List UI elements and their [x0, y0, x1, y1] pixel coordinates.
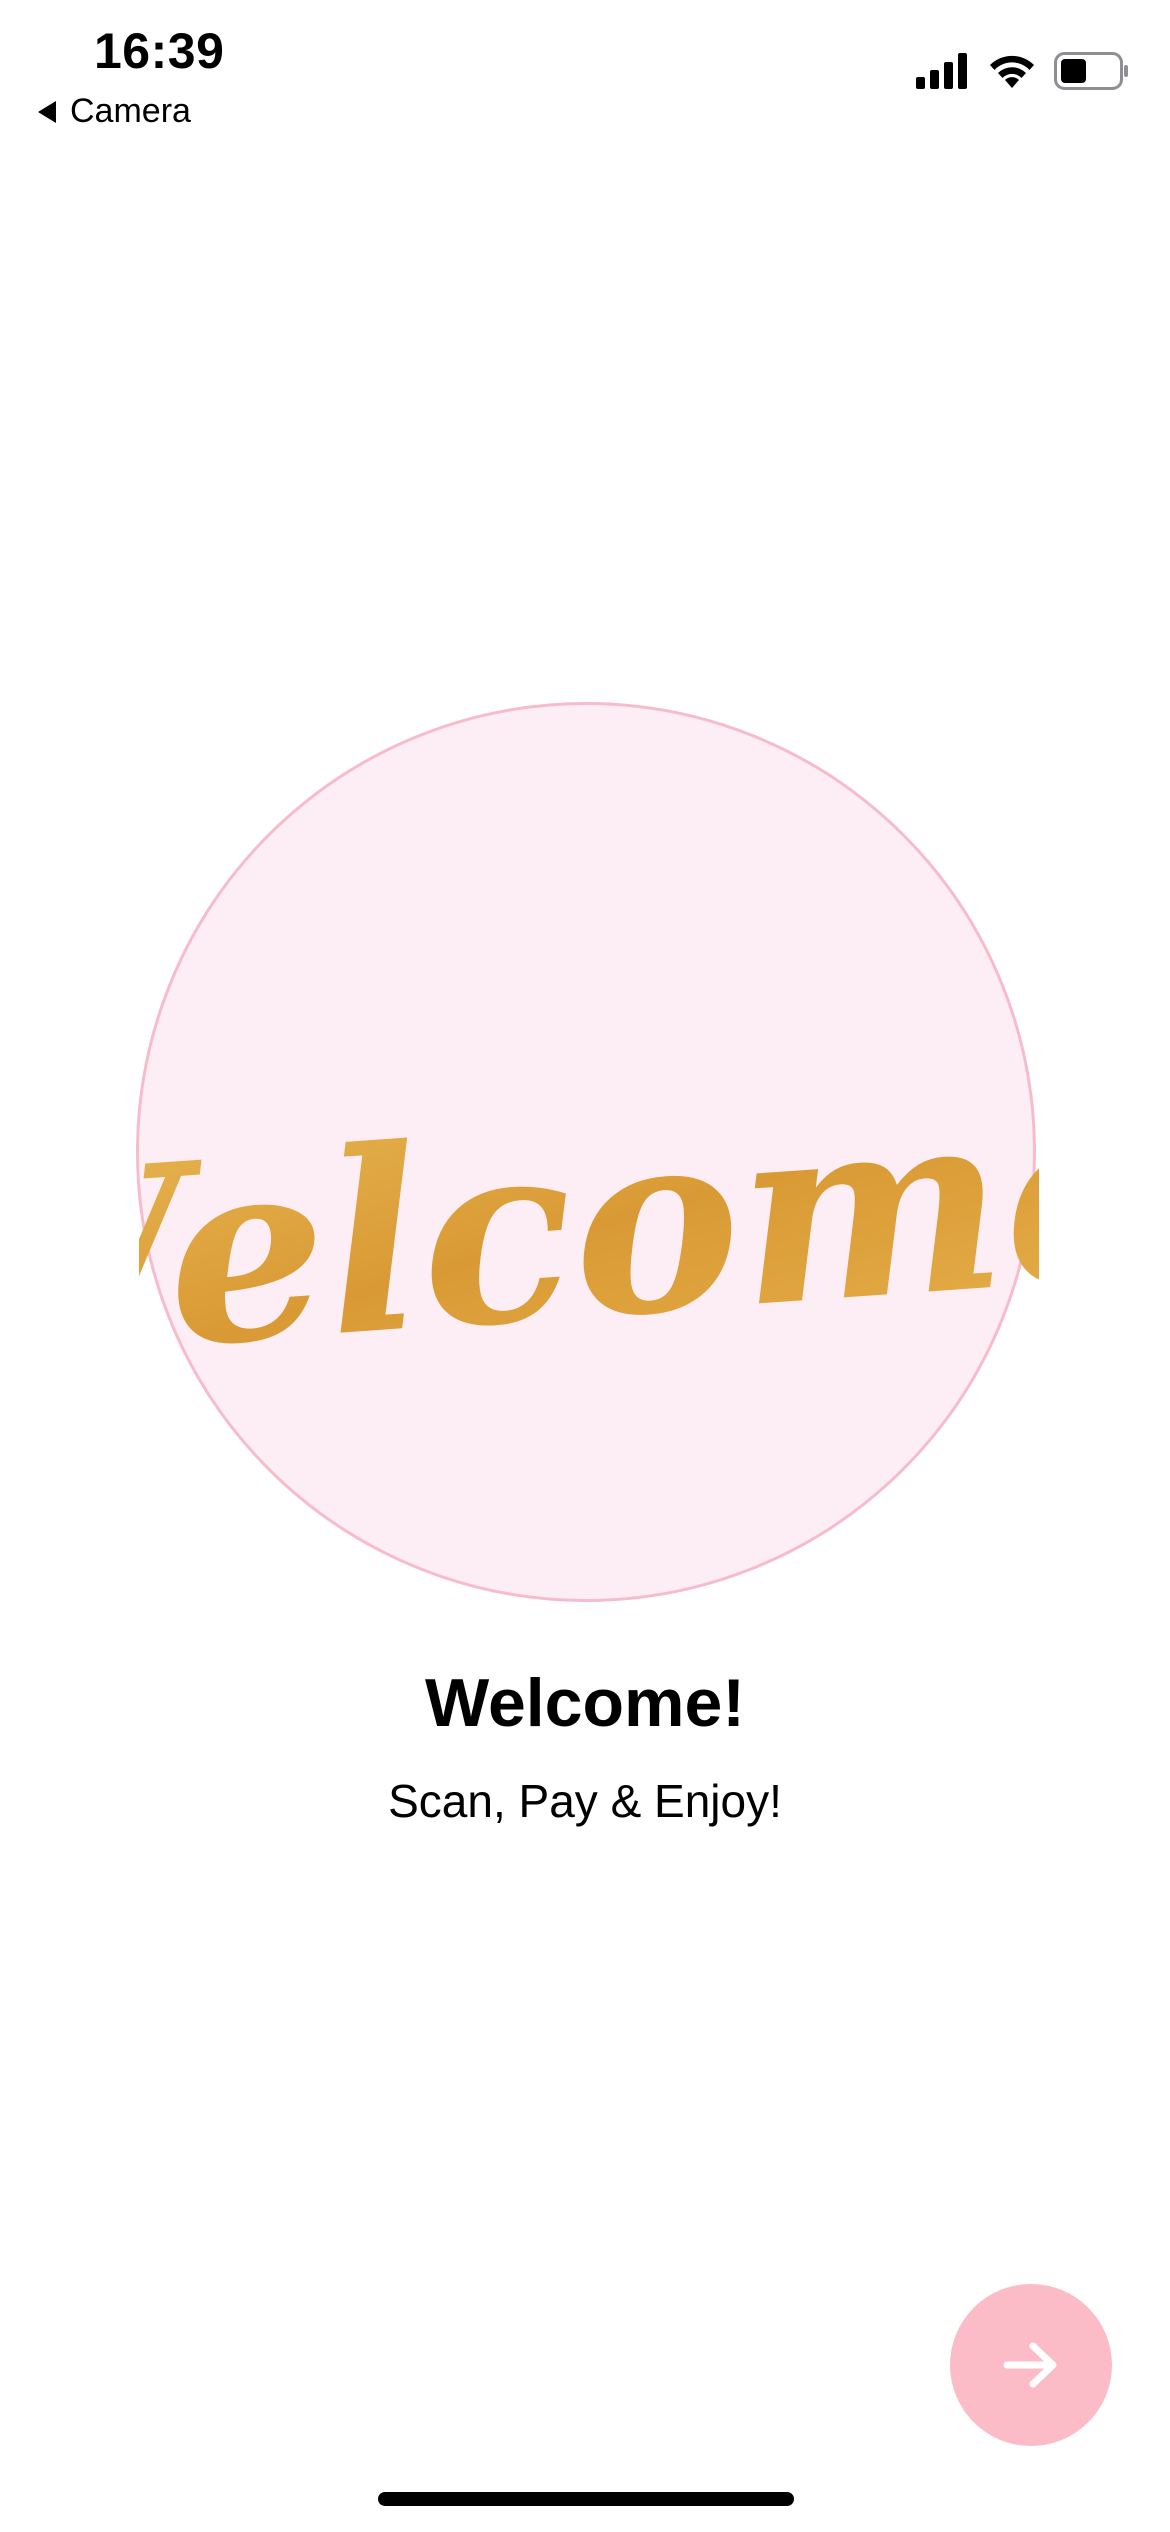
status-indicators [916, 52, 1130, 90]
wifi-icon [990, 55, 1034, 88]
back-arrow-icon [38, 100, 56, 123]
status-bar: 16:39 Camera [0, 0, 1170, 140]
welcome-script-text: Welcome! [139, 1033, 1039, 1422]
battery-icon [1054, 52, 1128, 90]
welcome-title: Welcome! [425, 1665, 745, 1741]
signal-icon [916, 53, 967, 89]
back-app-label: Camera [70, 92, 191, 130]
welcome-subtitle: Scan, Pay & Enjoy! [388, 1775, 782, 1827]
arrow-right-icon [1003, 2342, 1057, 2388]
welcome-script-graphic: Welcome! [139, 1033, 1039, 1422]
home-indicator[interactable] [378, 2492, 794, 2506]
next-button[interactable] [950, 2284, 1112, 2446]
status-time: 16:39 [94, 23, 225, 79]
back-to-app-link[interactable]: Camera [38, 92, 191, 131]
welcome-illustration: Welcome! [136, 702, 1039, 1602]
